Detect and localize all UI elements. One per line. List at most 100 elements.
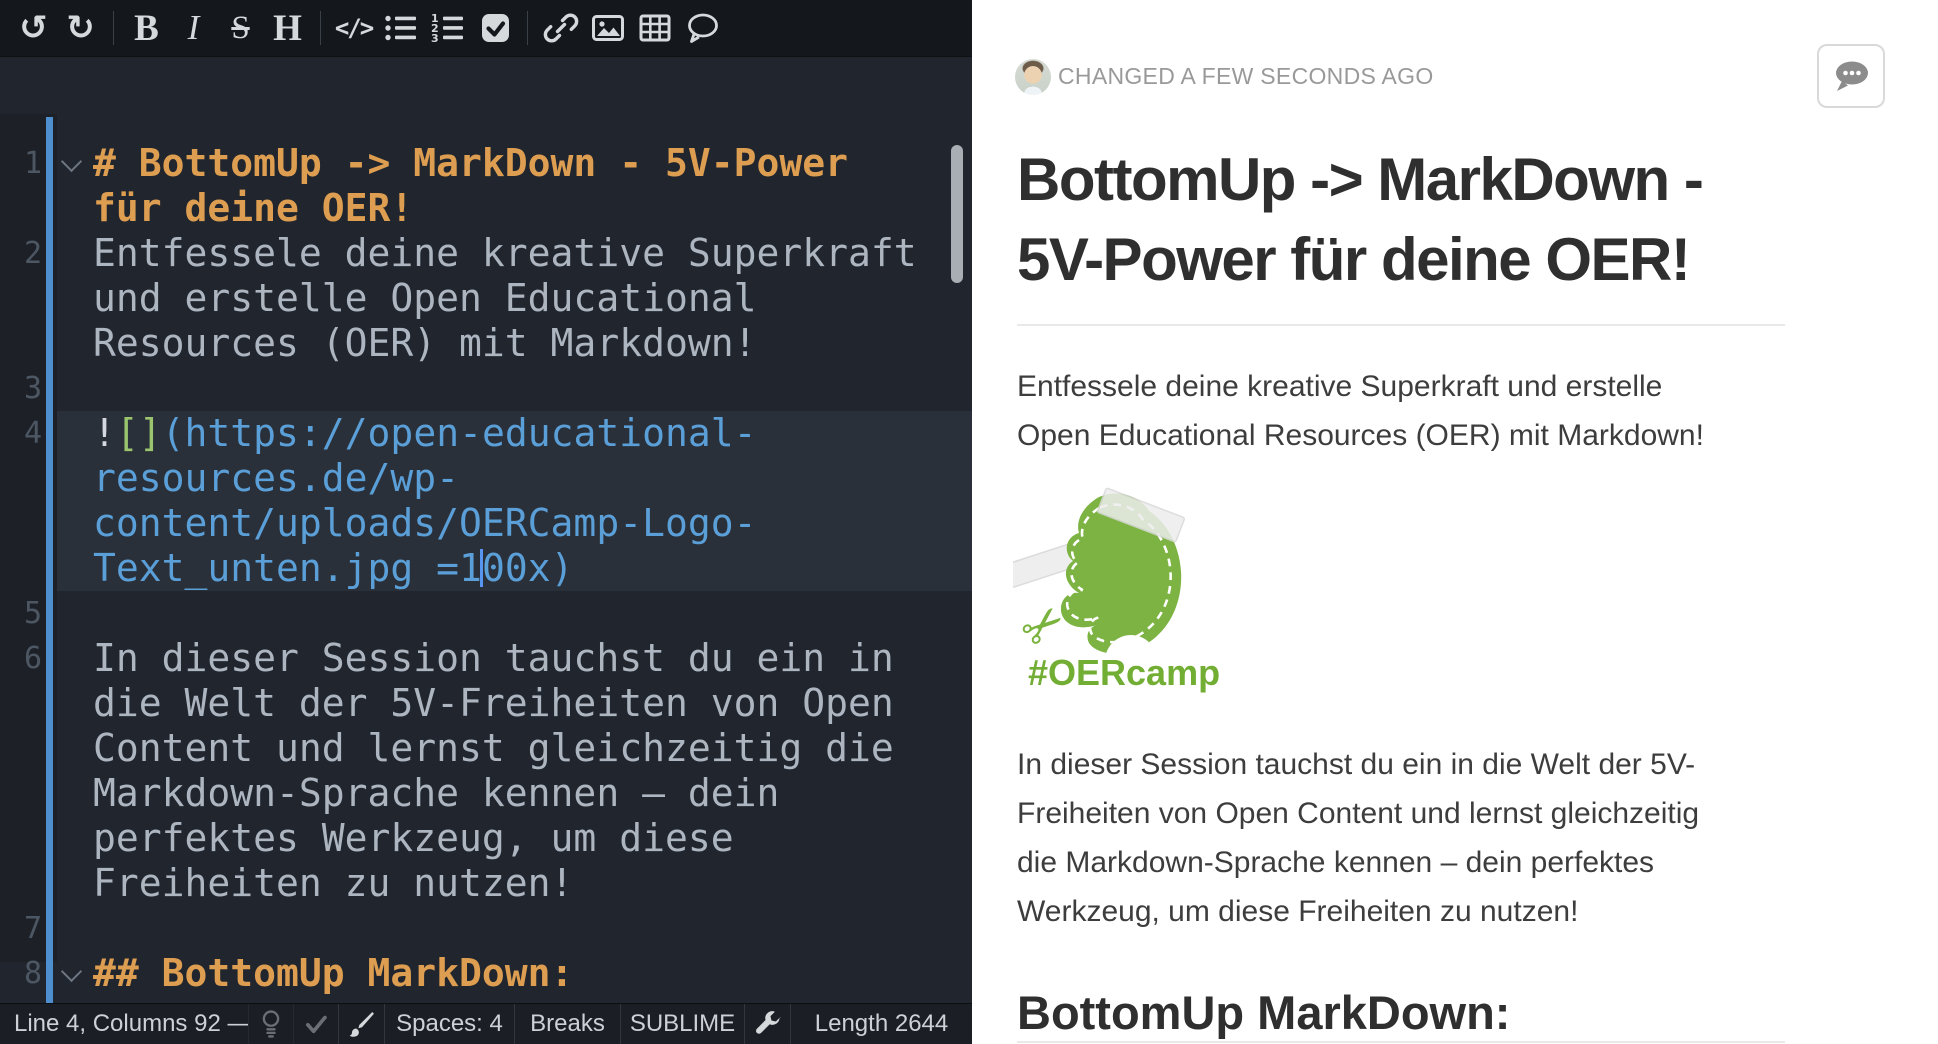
- brush-icon: [348, 1010, 376, 1038]
- comment-icon: [683, 9, 721, 47]
- editor-row[interactable]: Text_unten.jpg =100x): [0, 546, 972, 591]
- lightbulb-toggle[interactable]: [248, 1004, 293, 1044]
- code-text: Content und lernst gleichzeitig die: [93, 726, 894, 771]
- editor-row[interactable]: die Welt der 5V-Freiheiten von Open: [0, 681, 972, 726]
- comment-button[interactable]: [678, 0, 725, 56]
- editor-row[interactable]: Resources (OER) mit Markdown!: [0, 321, 972, 366]
- code-text: perfektes Werkzeug, um diese: [93, 816, 734, 861]
- avatar[interactable]: [1015, 59, 1051, 95]
- editor-row[interactable]: resources.de/wp-: [0, 456, 972, 501]
- editor-toolbar: ↺ ↻ BISH </> 123: [0, 0, 972, 57]
- checkbox-icon: [476, 9, 514, 47]
- list-ul-icon: [382, 9, 420, 47]
- code-text: resources.de/wp-: [93, 456, 459, 501]
- spellcheck-toggle[interactable]: [293, 1004, 338, 1044]
- editor-row[interactable]: 1 # BottomUp -> MarkDown - 5V-Power: [0, 141, 972, 186]
- line-number: 9: [0, 996, 42, 1003]
- toolbar-separator: [113, 11, 114, 45]
- undo-button[interactable]: ↺: [10, 0, 57, 56]
- editor-statusbar: Line 4, Columns 92 — 21 Spaces: 4BreaksS…: [0, 1003, 972, 1044]
- italic-icon: I: [188, 8, 200, 48]
- code-text: content/uploads/OERCamp-Logo-: [93, 501, 756, 546]
- code-text: # BottomUp -> MarkDown - 5V-Power: [93, 141, 848, 186]
- code-text: Entfessele deine kreative Superkraft: [93, 231, 917, 276]
- heading-icon: H: [273, 7, 302, 50]
- toolbar-separator: [527, 11, 528, 45]
- code-button[interactable]: </>: [330, 0, 377, 56]
- toolbar-separator: [320, 11, 321, 45]
- editor-row[interactable]: 3: [0, 366, 972, 411]
- italic-button[interactable]: I: [170, 0, 217, 56]
- editor-row[interactable]: perfektes Werkzeug, um diese: [0, 816, 972, 861]
- keymap-setting[interactable]: SUBLIME: [620, 1004, 744, 1044]
- redo-button[interactable]: ↻: [57, 0, 104, 56]
- editor-row[interactable]: 9: [0, 996, 972, 1003]
- editor-row[interactable]: und erstelle Open Educational: [0, 276, 972, 321]
- svg-text:3: 3: [431, 32, 439, 45]
- check-icon: [303, 1011, 329, 1037]
- code-text: und erstelle Open Educational: [93, 276, 756, 321]
- strikethrough-icon: S: [231, 10, 249, 47]
- linebreak-setting[interactable]: Breaks: [514, 1004, 620, 1044]
- paragraph-text: Open Educational Resources (OER) mit Mar…: [1017, 411, 1817, 460]
- strikethrough-button[interactable]: S: [217, 0, 264, 56]
- editor-row[interactable]: content/uploads/OERCamp-Logo-: [0, 501, 972, 546]
- editor-scrollbar[interactable]: [951, 145, 963, 283]
- editor-row[interactable]: 5: [0, 591, 972, 636]
- ordered-list-button[interactable]: 123: [424, 0, 471, 56]
- line-number: 5: [0, 591, 42, 636]
- code-text: die Welt der 5V-Freiheiten von Open: [93, 681, 894, 726]
- lightbulb-icon: [256, 1008, 286, 1040]
- line-number: 4: [0, 411, 42, 456]
- code-editor[interactable]: 1 # BottomUp -> MarkDown - 5V-Powerfür de…: [0, 57, 972, 1003]
- comments-panel-button[interactable]: [1817, 44, 1885, 108]
- editor-row[interactable]: 8## BottomUp MarkDown:: [0, 951, 972, 996]
- editor-row[interactable]: Markdown-Sprache kennen – dein: [0, 771, 972, 816]
- bold-button[interactable]: B: [123, 0, 170, 56]
- preview-pane: CHANGED A FEW SECONDS AGO: [972, 0, 1938, 1044]
- code-text: Freiheiten zu nutzen!: [93, 861, 573, 906]
- table-icon: [636, 9, 674, 47]
- comment-dots-icon: [1829, 56, 1873, 96]
- unordered-list-button[interactable]: [377, 0, 424, 56]
- indent-setting[interactable]: Spaces: 4: [384, 1004, 514, 1044]
- brush-toggle[interactable]: [338, 1004, 384, 1044]
- oercamp-logo-text: #OERcamp: [1028, 652, 1220, 694]
- fold-chevron-icon[interactable]: [61, 961, 82, 982]
- code-text: In dieser Session tauchst du ein in: [93, 636, 894, 681]
- line-number: 1: [0, 141, 42, 186]
- editor-row[interactable]: 2 Entfessele deine kreative Superkraft: [0, 231, 972, 276]
- heading-button[interactable]: H: [264, 0, 311, 56]
- editor-row[interactable]: 7: [0, 906, 972, 951]
- code-text: ## BottomUp MarkDown:: [93, 951, 573, 996]
- editor-row[interactable]: für deine OER!: [0, 186, 972, 231]
- paragraph-text: Freiheiten von Open Content und lernst g…: [1017, 789, 1817, 838]
- editor-row[interactable]: Freiheiten zu nutzen!: [0, 861, 972, 906]
- code-text: Resources (OER) mit Markdown!: [93, 321, 756, 366]
- fold-chevron-icon[interactable]: [61, 151, 82, 172]
- link-button[interactable]: [537, 0, 584, 56]
- cursor-position: Line 4, Columns 92 — 21: [0, 1004, 248, 1044]
- list-ol-icon: 123: [429, 9, 467, 47]
- undo-icon: ↺: [19, 11, 48, 45]
- link-icon: [542, 9, 580, 47]
- line-number: 2: [0, 231, 42, 276]
- editor-row[interactable]: 4![](https://open-educational-: [0, 411, 972, 456]
- line-number: 7: [0, 906, 42, 951]
- title-divider: [1017, 324, 1785, 326]
- paragraph-text: Werkzeug, um diese Freiheiten zu nutzen!: [1017, 887, 1817, 936]
- table-button[interactable]: [631, 0, 678, 56]
- wrench-icon: [754, 1010, 782, 1038]
- wrench-settings[interactable]: [744, 1004, 790, 1044]
- paragraph-text: In dieser Session tauchst du ein in die …: [1017, 740, 1817, 789]
- editor-pane: ↺ ↻ BISH </> 123 1 # BottomUp -> MarkDown - …: [0, 0, 972, 1044]
- code-text: für deine OER!: [93, 186, 413, 231]
- image-button[interactable]: [584, 0, 631, 56]
- page-title: 5V-Power für deine OER!: [1017, 220, 1827, 300]
- oercamp-logo-image: ✂: [1013, 487, 1205, 663]
- bold-icon: B: [134, 7, 159, 50]
- section-divider: [1017, 1041, 1785, 1043]
- checklist-button[interactable]: [471, 0, 518, 56]
- editor-row[interactable]: 6In dieser Session tauchst du ein in: [0, 636, 972, 681]
- editor-row[interactable]: Content und lernst gleichzeitig die: [0, 726, 972, 771]
